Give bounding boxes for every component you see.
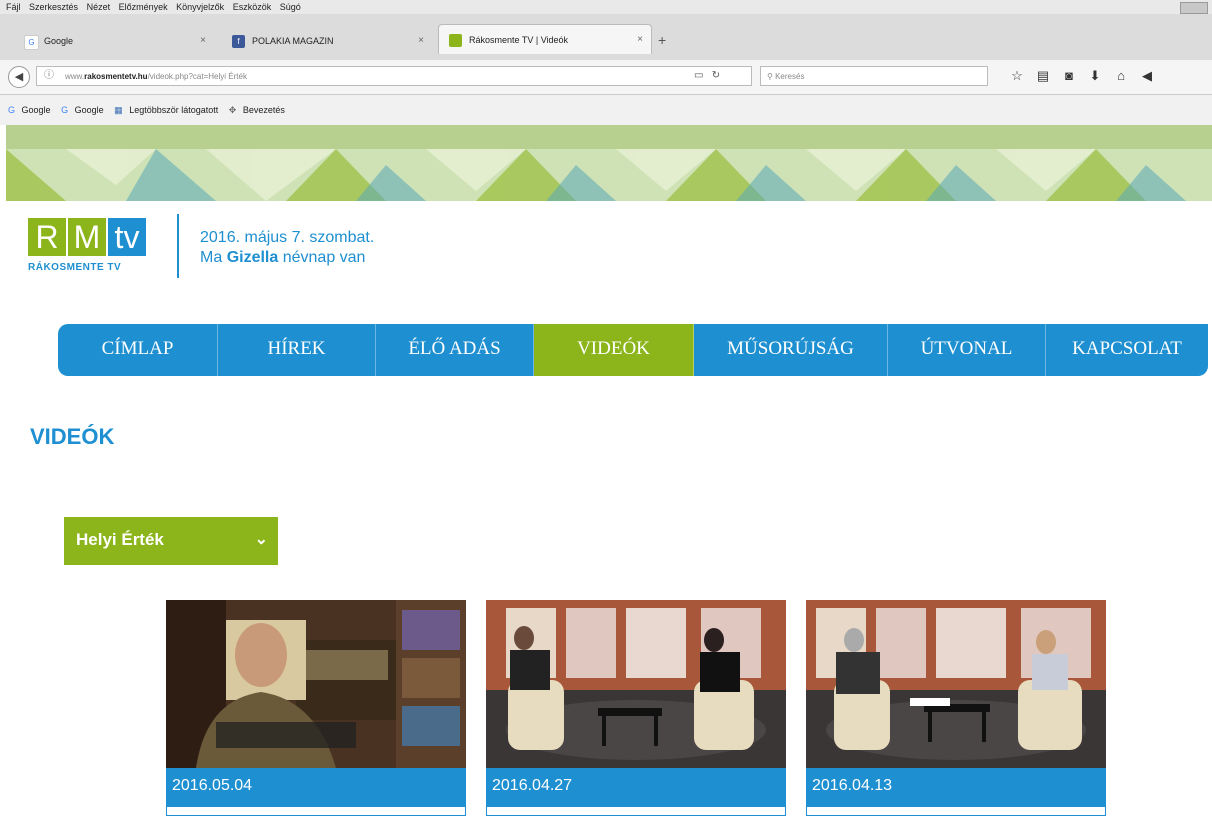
nameday-name: Gizella	[226, 249, 279, 266]
bookmark-star-icon[interactable]: ☆	[1004, 64, 1030, 88]
google-icon: G	[61, 105, 69, 115]
nav-kapcsolat[interactable]: KAPCSOLAT	[1046, 324, 1208, 376]
tab-polakia[interactable]: f POLAKIA MAGAZIN ×	[222, 28, 432, 54]
video-date: 2016.05.04	[166, 768, 466, 806]
menu-bookmarks[interactable]: Könyvjelzők	[176, 0, 224, 14]
site-logo[interactable]: R M tv RÁKOSMENTE TV	[28, 218, 154, 280]
close-icon[interactable]: ×	[200, 28, 206, 54]
video-card-footer	[166, 806, 466, 816]
category-select[interactable]: Helyi Érték ⌄	[64, 517, 278, 565]
logo-subtitle: RÁKOSMENTE TV	[28, 262, 122, 273]
google-icon: G	[24, 35, 39, 50]
video-date: 2016.04.13	[806, 768, 1106, 806]
video-card[interactable]: 2016.04.27	[486, 600, 786, 816]
tab-google[interactable]: G Google ×	[14, 28, 214, 54]
nameday-line: Ma Gizella névnap van	[200, 248, 374, 268]
back-button[interactable]: ◀	[8, 66, 30, 88]
search-placeholder: Keresés	[775, 72, 805, 81]
search-icon: ⚲	[767, 72, 773, 81]
current-date: 2016. május 7. szombat.	[200, 229, 375, 246]
search-input[interactable]: ⚲ Keresés	[760, 66, 988, 86]
rmtv-icon	[449, 34, 462, 47]
video-thumbnail[interactable]	[806, 600, 1106, 768]
window-button[interactable]	[1180, 2, 1208, 14]
bookmark-getting-started[interactable]: ✥ Bevezetés	[225, 105, 285, 115]
logo-letter: R	[28, 218, 66, 256]
tab-title: Google	[44, 36, 74, 46]
video-date: 2016.04.27	[486, 768, 786, 806]
close-icon[interactable]: ×	[637, 25, 643, 55]
menu-help[interactable]: Súgó	[280, 0, 301, 14]
category-selected: Helyi Érték	[76, 530, 164, 549]
video-thumbnail[interactable]	[486, 600, 786, 768]
bookmark-most-visited[interactable]: ▦ Legtöbbször látogatott	[110, 105, 218, 115]
reload-icon[interactable]: ↻	[712, 70, 720, 81]
bookmark-label: Bevezetés	[242, 105, 285, 115]
page-title: VIDEÓK	[30, 424, 115, 449]
tab-rmtv[interactable]: Rákosmente TV | Videók ×	[438, 24, 652, 54]
bookmark-label: Google	[74, 105, 104, 115]
menu-file[interactable]: Fájl	[6, 0, 21, 14]
logo-letter: tv	[108, 218, 146, 256]
pocket-icon[interactable]: ◙	[1056, 64, 1082, 88]
bookmark-label: Legtöbbször látogatott	[129, 105, 219, 115]
url-path: /videok.php?cat=Helyi Érték	[147, 72, 247, 81]
bookmark-google-2[interactable]: G Google	[57, 105, 104, 115]
video-thumbnail-image	[166, 600, 466, 768]
menu-history[interactable]: Előzmények	[119, 0, 168, 14]
date-info: 2016. május 7. szombat. Ma Gizella névna…	[200, 228, 374, 268]
tab-title: POLAKIA MAGAZIN	[252, 36, 334, 46]
nav-videok[interactable]: VIDEÓK	[534, 324, 694, 376]
nav-musorujsag[interactable]: MŰSORÚJSÁG	[694, 324, 888, 376]
video-thumbnail[interactable]	[166, 600, 466, 768]
header-banner	[6, 125, 1212, 201]
video-card[interactable]: 2016.04.13	[806, 600, 1106, 816]
download-icon[interactable]: ⬇	[1082, 64, 1108, 88]
banner-pattern	[6, 125, 1212, 201]
bookmark-google-1[interactable]: G Google	[4, 105, 51, 115]
home-icon[interactable]: ⌂	[1108, 64, 1134, 88]
url-actions: ▭ ↻	[694, 66, 720, 86]
menu-bar: Fájl Szerkesztés Nézet Előzmények Könyvj…	[0, 0, 1212, 14]
nameday-prefix: Ma	[200, 249, 223, 266]
bookmark-label: Google	[21, 105, 51, 115]
url-bar[interactable]: www.rakosmentetv.hu/videok.php?cat=Helyi…	[36, 66, 752, 86]
main-navigation: CÍMLAP HÍREK ÉLŐ ADÁS VIDEÓK MŰSORÚJSÁG …	[58, 324, 1208, 376]
video-card-footer	[806, 806, 1106, 816]
menu-tools[interactable]: Eszközök	[233, 0, 272, 14]
nav-elo-adas[interactable]: ÉLŐ ADÁS	[376, 324, 534, 376]
menu-edit[interactable]: Szerkesztés	[29, 0, 78, 14]
info-icon[interactable]: ⓘ	[44, 66, 54, 86]
logo-letter: M	[68, 218, 106, 256]
chevron-down-icon: ⌄	[254, 531, 268, 548]
nav-hirek[interactable]: HÍREK	[218, 324, 376, 376]
facebook-icon: f	[232, 35, 245, 48]
close-icon[interactable]: ×	[418, 28, 424, 54]
tab-title: Rákosmente TV | Videók	[469, 35, 569, 45]
nameday-suffix: névnap van	[282, 249, 366, 266]
video-card-footer	[486, 806, 786, 816]
folder-icon: ▦	[114, 105, 123, 115]
new-tab-icon[interactable]: +	[658, 32, 666, 48]
library-icon[interactable]: ▤	[1030, 64, 1056, 88]
nav-utvonal[interactable]: ÚTVONAL	[888, 324, 1046, 376]
video-thumbnail-image	[806, 600, 1106, 768]
header-divider	[177, 214, 179, 278]
url-domain: rakosmentetv.hu	[84, 72, 148, 81]
google-icon: G	[8, 105, 16, 115]
puzzle-icon: ✥	[228, 105, 237, 115]
reader-icon[interactable]: ▭	[694, 70, 703, 81]
bookmarks-bar: G Google G Google ▦ Legtöbbször látogato…	[0, 95, 1212, 125]
video-card[interactable]: 2016.05.04	[166, 600, 466, 816]
send-icon[interactable]: ◀	[1134, 64, 1160, 88]
toolbar-icons: ☆ ▤ ◙ ⬇ ⌂ ◀	[1004, 64, 1160, 88]
menu-view[interactable]: Nézet	[87, 0, 111, 14]
nav-cimlap[interactable]: CÍMLAP	[58, 324, 218, 376]
url-prefix: www.	[65, 72, 85, 81]
video-thumbnail-image	[486, 600, 786, 768]
